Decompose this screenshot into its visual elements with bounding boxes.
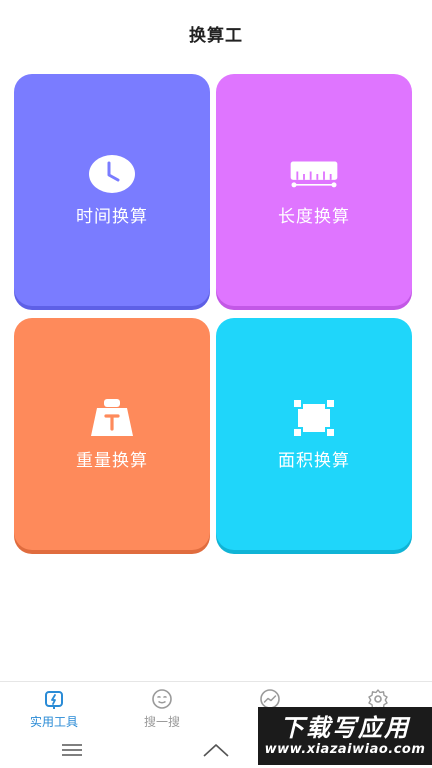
menu-icon <box>62 743 82 756</box>
time-conversion-card[interactable]: 时间换算 <box>14 74 210 306</box>
area-conversion-label: 面积换算 <box>278 450 350 471</box>
clock-icon <box>87 154 137 194</box>
tab-search-label: 搜一搜 <box>143 715 180 729</box>
tools-icon <box>43 688 65 710</box>
watermark-logo: 下载写应用 www.xiazaiwiao.com <box>258 707 432 765</box>
length-conversion-label: 长度换算 <box>278 206 350 227</box>
length-conversion-card[interactable]: 长度换算 <box>216 74 412 306</box>
ruler-icon <box>289 154 339 194</box>
app-header: 换算工 <box>0 0 432 66</box>
tab-tools-label: 实用工具 <box>29 715 78 729</box>
tab-tools[interactable]: 实用工具 <box>0 682 108 732</box>
page-title: 换算工 <box>189 25 243 46</box>
menu-button[interactable] <box>52 736 92 764</box>
weight-icon <box>87 398 137 438</box>
tab-search[interactable]: 搜一搜 <box>108 682 216 732</box>
area-icon <box>289 397 339 438</box>
home-icon <box>203 743 229 757</box>
search-face-icon <box>151 688 173 710</box>
watermark-title: 下载写应用 <box>280 714 410 742</box>
home-button[interactable] <box>196 736 236 764</box>
area-conversion-card[interactable]: 面积换算 <box>216 318 412 550</box>
time-conversion-label: 时间换算 <box>76 206 148 227</box>
watermark-url: www.xiazaiwiao.com <box>264 742 426 757</box>
weight-conversion-label: 重量换算 <box>76 450 148 471</box>
weight-conversion-card[interactable]: 重量换算 <box>14 318 210 550</box>
